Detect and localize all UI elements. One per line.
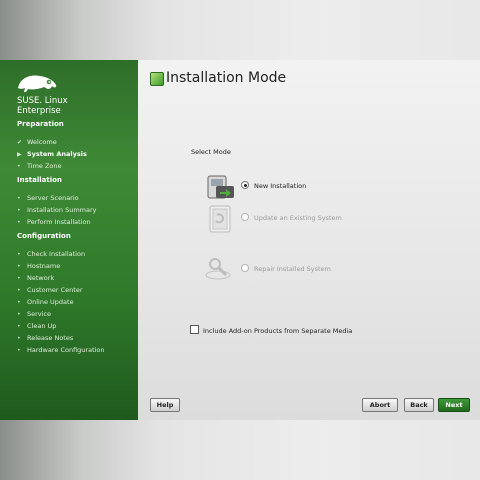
sidebar-item-installation-summary[interactable]: • Installation Summary [17,206,96,214]
bullet-icon: • [17,287,21,294]
sidebar-item-customer-center[interactable]: • Customer Center [17,286,83,294]
select-mode-label: Select Mode [191,148,231,156]
option-update-existing-system[interactable]: Update an Existing System [241,213,342,222]
bullet-icon: • [17,163,21,170]
sidebar-item-network[interactable]: • Network [17,274,54,282]
sidebar-item-clean-up[interactable]: • Clean Up [17,322,56,330]
update-radio[interactable] [241,213,249,221]
sidebar-item-welcome[interactable]: ✔ Welcome [17,138,57,146]
sidebar-item-release-notes[interactable]: • Release Notes [17,334,73,342]
repair-radio[interactable] [241,264,249,272]
back-button[interactable]: Back [404,398,434,412]
sidebar-item-server-scenario[interactable]: • Server Scenario [17,194,79,202]
main-panel: Installation Mode Select Mode New Instal… [138,60,480,420]
bullet-icon: • [17,207,21,214]
bullet-icon: • [17,299,21,306]
sidebar-item-hardware-configuration[interactable]: • Hardware Configuration [17,346,105,354]
bullet-icon: • [17,335,21,342]
checkmark-icon: ✔ [17,139,23,146]
bullet-icon: • [17,251,21,258]
sidebar-item-online-update[interactable]: • Online Update [17,298,74,306]
sidebar-item-time-zone[interactable]: • Time Zone [17,162,62,170]
section-configuration: Configuration [17,232,71,240]
brand-text: SUSE. Linux Enterprise [17,96,127,116]
addon-products-checkbox[interactable]: Include Add-on Products from Separate Me… [190,325,352,335]
bullet-icon: • [17,219,21,226]
bullet-icon: • [17,347,21,354]
bullet-icon: • [17,323,21,330]
sidebar-item-hostname[interactable]: • Hostname [17,262,60,270]
new-install-icon [207,175,234,199]
section-preparation: Preparation [17,120,64,128]
arrow-right-icon: ▶ [17,151,22,158]
next-button[interactable]: Next [438,398,470,412]
sidebar-item-service[interactable]: • Service [17,310,51,318]
help-button[interactable]: Help [150,398,180,412]
sidebar-item-system-analysis[interactable]: ▶ System Analysis [17,150,87,158]
bullet-icon: • [17,263,21,270]
bullet-icon: • [17,311,21,318]
sidebar: SUSE. Linux Enterprise Preparation ✔ Welc… [0,60,138,420]
option-repair-installed-system[interactable]: Repair Installed System [241,264,331,273]
installation-mode-icon [150,72,164,86]
section-installation: Installation [17,176,62,184]
repair-icon [205,258,231,280]
option-new-installation[interactable]: New Installation [241,181,306,190]
bullet-icon: • [17,275,21,282]
update-icon [209,205,231,233]
sidebar-item-check-installation[interactable]: • Check Installation [17,250,85,258]
installer-window: SUSE. Linux Enterprise Preparation ✔ Welc… [0,60,480,420]
suse-chameleon-logo [18,75,57,92]
brand-line-2: Enterprise [17,106,61,116]
sidebar-item-perform-installation[interactable]: • Perform Installation [17,218,91,226]
new-installation-radio[interactable] [241,181,249,189]
abort-button[interactable]: Abort [362,398,398,412]
brand-line-1: SUSE. Linux [17,96,68,106]
addon-checkbox-box[interactable] [190,325,199,334]
page-title: Installation Mode [166,70,287,86]
bullet-icon: • [17,195,21,202]
